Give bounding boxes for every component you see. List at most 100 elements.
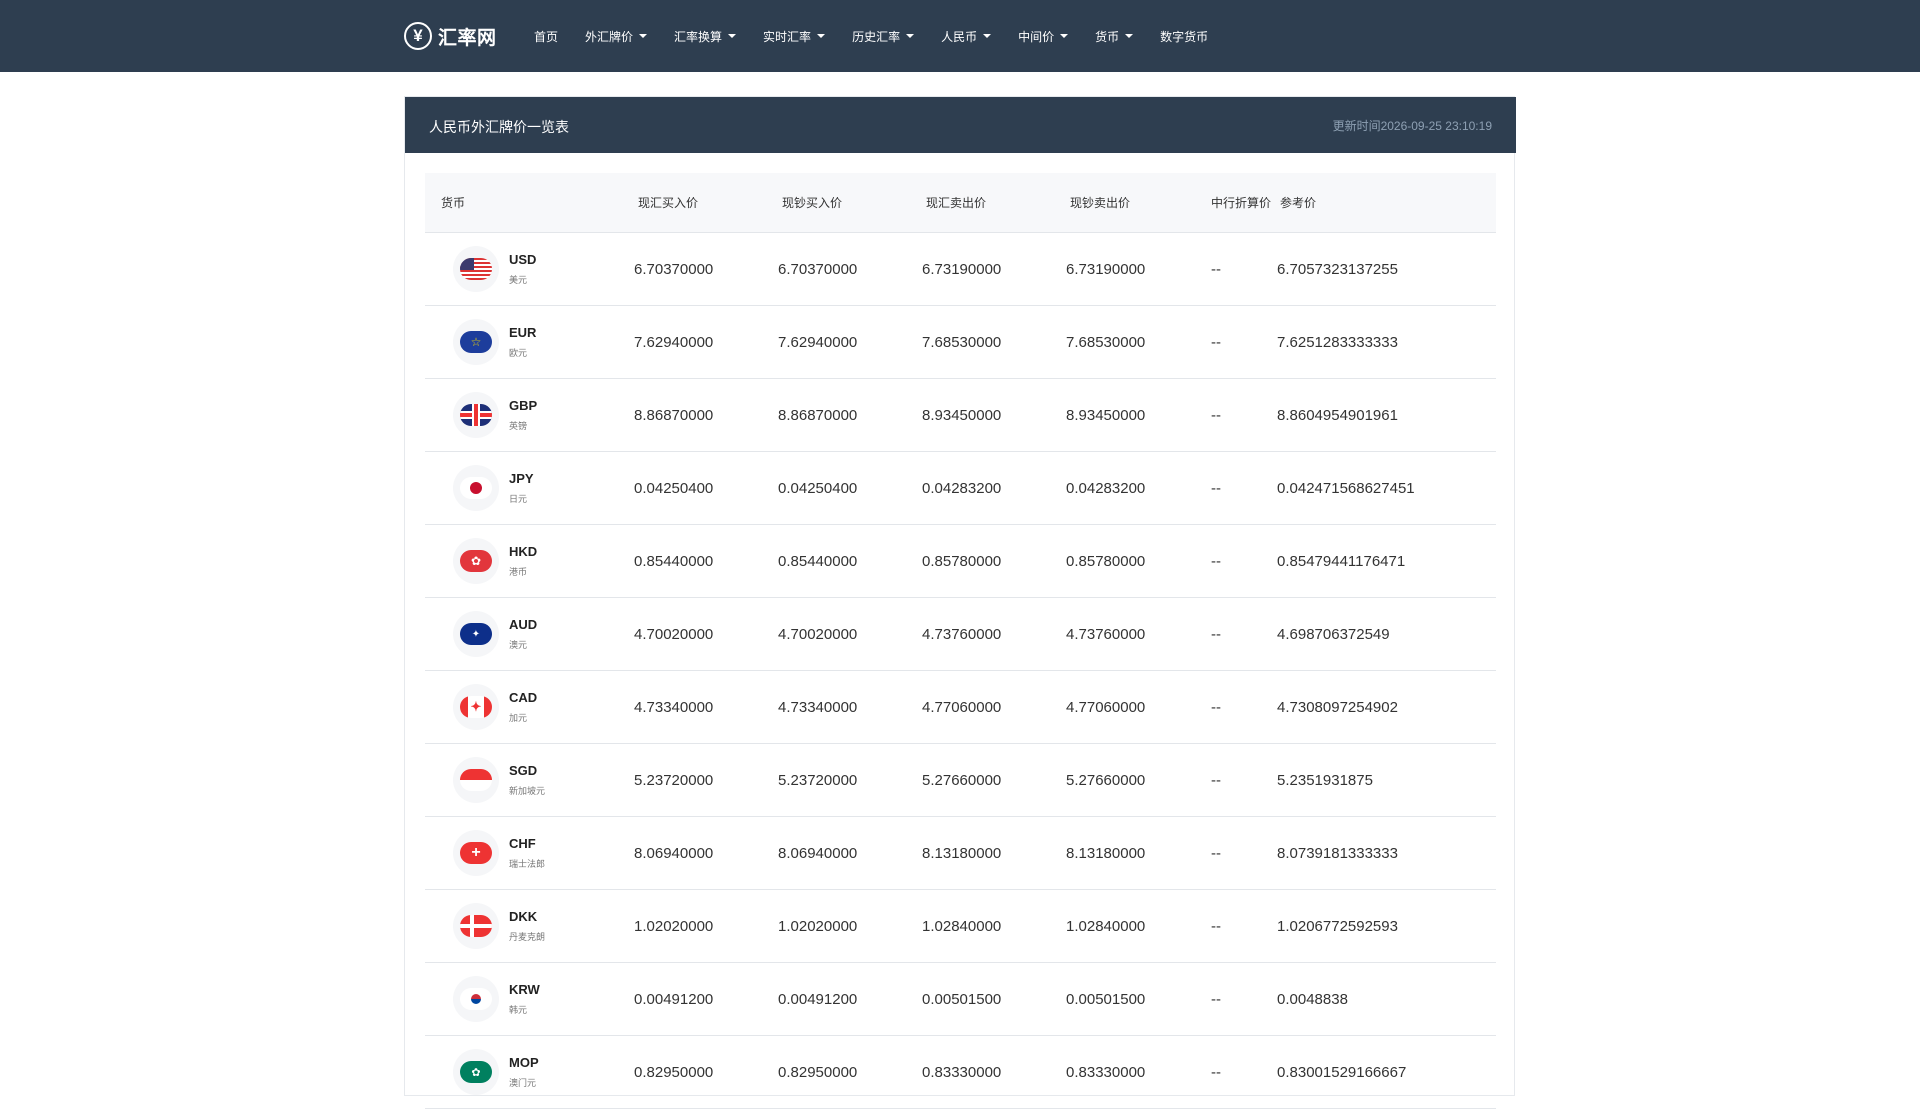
table-row[interactable]: SGD 新加坡元 5.23720000 5.23720000 5.27660000… bbox=[425, 744, 1496, 817]
nav-item-crypto[interactable]: 数字货币 bbox=[1150, 0, 1218, 72]
table-row[interactable]: ✦ AUD 澳元 4.70020000 4.70020000 4.73760000 … bbox=[425, 598, 1496, 671]
column-header-currency: 货币 bbox=[441, 196, 466, 210]
spot-sell-value: 1.02840000 bbox=[922, 917, 1002, 935]
cash-buy-value: 0.85440000 bbox=[778, 552, 858, 570]
table-row[interactable]: ✿ HKD 港币 0.85440000 0.85440000 0.85780000 … bbox=[425, 525, 1496, 598]
column-header-spot-buy: 现汇买入价 bbox=[638, 196, 699, 210]
spot-sell-value: 0.00501500 bbox=[922, 990, 1002, 1008]
currency-name: 港币 bbox=[509, 567, 528, 577]
currency-code[interactable]: GBP bbox=[509, 398, 537, 414]
site-logo-text: 汇率网 bbox=[438, 27, 497, 49]
nav-item-rmb[interactable]: 人民币 bbox=[931, 0, 1001, 72]
site-logo[interactable]: ¥ 汇率网 bbox=[404, 20, 497, 52]
cash-buy-value: 1.02020000 bbox=[778, 917, 858, 935]
column-header-spot-sell: 现汇卖出价 bbox=[926, 196, 987, 210]
reference-value: 0.85479441176471 bbox=[1277, 552, 1406, 570]
currency-code[interactable]: EUR bbox=[509, 325, 536, 341]
cash-buy-value: 5.23720000 bbox=[778, 771, 858, 789]
nav-item-forex-quotes[interactable]: 外汇牌价 bbox=[575, 0, 657, 72]
cash-sell-value: 0.04283200 bbox=[1066, 479, 1146, 497]
currency-code[interactable]: CAD bbox=[509, 690, 537, 706]
spot-buy-value: 0.82950000 bbox=[634, 1063, 714, 1081]
table-row[interactable]: + CHF 瑞士法郎 8.06940000 8.06940000 8.1318000… bbox=[425, 817, 1496, 890]
hk-flag-icon: ✿ bbox=[460, 550, 492, 572]
reference-value: 4.698706372549 bbox=[1277, 625, 1390, 643]
reference-value: 5.2351931875 bbox=[1277, 771, 1373, 789]
currency-code[interactable]: AUD bbox=[509, 617, 537, 633]
boc-rate-value: -- bbox=[1211, 844, 1221, 862]
currency-code[interactable]: HKD bbox=[509, 544, 537, 560]
nav-item-label: 货币 bbox=[1095, 29, 1120, 44]
nav-item-history[interactable]: 历史汇率 bbox=[842, 0, 924, 72]
boc-rate-value: -- bbox=[1211, 406, 1221, 424]
us-flag-icon bbox=[460, 258, 492, 280]
spot-buy-value: 4.73340000 bbox=[634, 698, 714, 716]
cash-sell-value: 8.13180000 bbox=[1066, 844, 1146, 862]
spot-buy-value: 0.04250400 bbox=[634, 479, 714, 497]
spot-buy-value: 8.06940000 bbox=[634, 844, 714, 862]
reference-value: 0.042471568627451 bbox=[1277, 479, 1415, 497]
table-row[interactable]: DKK 丹麦克朗 1.02020000 1.02020000 1.02840000… bbox=[425, 890, 1496, 963]
cash-sell-value: 0.83330000 bbox=[1066, 1063, 1146, 1081]
nav-item-central-parity[interactable]: 中间价 bbox=[1008, 0, 1078, 72]
cash-buy-value: 8.06940000 bbox=[778, 844, 858, 862]
cash-buy-value: 0.04250400 bbox=[778, 479, 858, 497]
spot-sell-value: 4.73760000 bbox=[922, 625, 1002, 643]
main-menu: 首页 外汇牌价 汇率换算 实时汇率 历史汇率 人民币 中间价 货币 数字货币 bbox=[524, 0, 1225, 72]
cash-sell-value: 6.73190000 bbox=[1066, 260, 1146, 278]
caret-down-icon bbox=[1125, 34, 1134, 38]
currency-code[interactable]: USD bbox=[509, 252, 536, 268]
table-row[interactable]: USD 美元 6.70370000 6.70370000 6.73190000 6… bbox=[425, 233, 1496, 306]
ch-flag-icon: + bbox=[460, 842, 492, 864]
currency-name: 韩元 bbox=[509, 1005, 528, 1015]
column-header-boc-rate: 中行折算价 bbox=[1211, 196, 1272, 210]
reference-value: 0.0048838 bbox=[1277, 990, 1348, 1008]
currency-code[interactable]: JPY bbox=[509, 471, 534, 487]
spot-buy-value: 0.00491200 bbox=[634, 990, 714, 1008]
spot-sell-value: 0.83330000 bbox=[922, 1063, 1002, 1081]
currency-code[interactable]: KRW bbox=[509, 982, 540, 998]
nav-item-realtime[interactable]: 实时汇率 bbox=[753, 0, 835, 72]
currency-name: 新加坡元 bbox=[509, 786, 546, 796]
reference-value: 1.0206772592593 bbox=[1277, 917, 1398, 935]
reference-value: 0.83001529166667 bbox=[1277, 1063, 1407, 1081]
nav-item-currency[interactable]: 货币 bbox=[1085, 0, 1143, 72]
dk-flag-icon bbox=[460, 915, 492, 937]
currency-name: 瑞士法郎 bbox=[509, 859, 546, 869]
nav-item-label: 外汇牌价 bbox=[585, 29, 634, 44]
table-row[interactable]: GBP 英镑 8.86870000 8.86870000 8.93450000 8… bbox=[425, 379, 1496, 452]
table-row[interactable]: ✿ MOP 澳门元 0.82950000 0.82950000 0.83330000… bbox=[425, 1036, 1496, 1109]
currency-name: 英镑 bbox=[509, 421, 528, 431]
table-row[interactable]: ✦ CAD 加元 4.73340000 4.73340000 4.77060000 … bbox=[425, 671, 1496, 744]
spot-buy-value: 0.85440000 bbox=[634, 552, 714, 570]
boc-rate-value: -- bbox=[1211, 698, 1221, 716]
caret-down-icon bbox=[906, 34, 915, 38]
caret-down-icon bbox=[983, 34, 992, 38]
page-title: 人民币外汇牌价一览表 bbox=[429, 119, 569, 135]
table-row[interactable]: ☆ EUR 欧元 7.62940000 7.62940000 7.68530000 … bbox=[425, 306, 1496, 379]
currency-code[interactable]: DKK bbox=[509, 909, 545, 925]
table-row[interactable]: KRW 韩元 0.00491200 0.00491200 0.00501500 0… bbox=[425, 963, 1496, 1036]
cash-buy-value: 0.82950000 bbox=[778, 1063, 858, 1081]
cash-sell-value: 1.02840000 bbox=[1066, 917, 1146, 935]
table-row[interactable]: JPY 日元 0.04250400 0.04250400 0.04283200 0… bbox=[425, 452, 1496, 525]
cash-sell-value: 0.85780000 bbox=[1066, 552, 1146, 570]
currency-code[interactable]: MOP bbox=[509, 1055, 539, 1071]
reference-value: 8.8604954901961 bbox=[1277, 406, 1398, 424]
caret-down-icon bbox=[1060, 34, 1069, 38]
cash-sell-value: 0.00501500 bbox=[1066, 990, 1146, 1008]
caret-down-icon bbox=[728, 34, 737, 38]
nav-item-label: 历史汇率 bbox=[852, 29, 901, 44]
nav-item-label: 数字货币 bbox=[1160, 29, 1209, 44]
boc-rate-value: -- bbox=[1211, 771, 1221, 789]
currency-name: 加元 bbox=[509, 713, 528, 723]
spot-sell-value: 5.27660000 bbox=[922, 771, 1002, 789]
spot-buy-value: 4.70020000 bbox=[634, 625, 714, 643]
currency-code[interactable]: SGD bbox=[509, 763, 545, 779]
currency-code[interactable]: CHF bbox=[509, 836, 545, 852]
nav-item-home[interactable]: 首页 bbox=[524, 0, 568, 72]
jp-flag-icon bbox=[460, 477, 492, 499]
boc-rate-value: -- bbox=[1211, 917, 1221, 935]
nav-item-converter[interactable]: 汇率换算 bbox=[664, 0, 746, 72]
caret-down-icon bbox=[817, 34, 826, 38]
